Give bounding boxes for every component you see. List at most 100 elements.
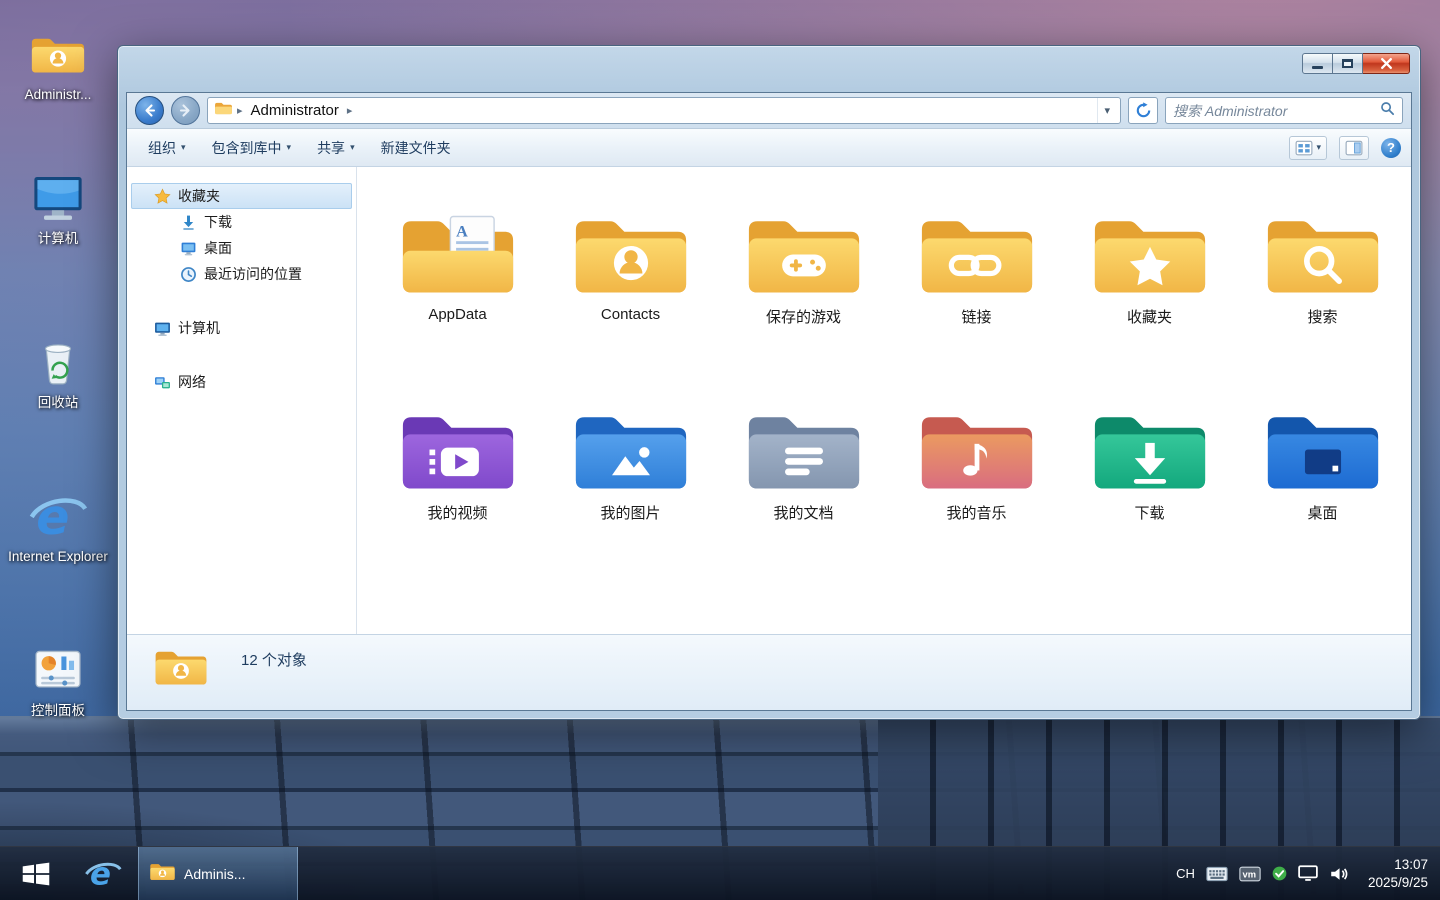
breadcrumb-item[interactable]: Administrator xyxy=(247,101,343,120)
command-bar-right: ▾ ? xyxy=(1289,136,1401,160)
desktop-icon-label: 控制面板 xyxy=(31,703,85,719)
file-item[interactable]: 搜索 xyxy=(1236,207,1409,357)
sidebar-item-desktop[interactable]: 桌面 xyxy=(131,235,352,261)
vmware-tray-icon[interactable]: vm xyxy=(1239,866,1261,882)
svg-text:A: A xyxy=(456,223,468,240)
maximize-button[interactable] xyxy=(1333,53,1363,74)
file-label: 保存的游戏 xyxy=(766,306,841,327)
breadcrumb-arrow-icon: ▸ xyxy=(347,104,353,117)
taskbar-ie-button[interactable]: e xyxy=(72,847,134,900)
sidebar-item-network[interactable]: 网络 xyxy=(131,369,352,395)
download-icon xyxy=(180,214,197,231)
svg-text:e: e xyxy=(36,489,69,545)
explorer-window: ▸ Administrator ▸ ▾ xyxy=(117,45,1421,720)
maximize-icon xyxy=(1342,59,1353,68)
folder-icon xyxy=(570,403,692,498)
folder-icon xyxy=(1262,207,1384,302)
file-label: 我的音乐 xyxy=(946,502,1006,523)
file-list: A AppData Contacts 保存的游戏 链接 收藏夹 xyxy=(357,167,1411,634)
desktop-icon-label: Administr... xyxy=(25,87,92,103)
file-label: 我的图片 xyxy=(600,502,660,523)
item-count: 12 个对象 xyxy=(241,649,307,670)
refresh-icon xyxy=(1135,102,1152,119)
computer-icon xyxy=(154,320,171,337)
help-button[interactable]: ? xyxy=(1381,138,1401,158)
close-icon xyxy=(1380,57,1393,70)
search-input[interactable] xyxy=(1173,103,1380,119)
window-body: 收藏夹 下载 桌面 最近访问的位置 计算机 网络 A AppData Conta… xyxy=(127,167,1411,634)
svg-text:e: e xyxy=(90,856,111,892)
folder-icon xyxy=(916,403,1038,498)
status-ok-icon[interactable] xyxy=(1272,866,1287,881)
sidebar-item-label: 下载 xyxy=(204,212,232,232)
keyboard-icon[interactable] xyxy=(1206,866,1228,882)
file-item[interactable]: 桌面 xyxy=(1236,403,1409,553)
refresh-button[interactable] xyxy=(1128,97,1158,124)
navigation-bar: ▸ Administrator ▸ ▾ xyxy=(127,93,1411,129)
file-item[interactable]: 链接 xyxy=(890,207,1063,357)
file-item[interactable]: 保存的游戏 xyxy=(717,207,890,357)
network-tray-icon[interactable] xyxy=(1298,865,1318,882)
desktop-icon-user-folder[interactable]: Administr... xyxy=(6,24,110,103)
desktop-icon-control-panel[interactable]: 控制面板 xyxy=(6,640,110,719)
internet-explorer-icon: e xyxy=(29,486,87,546)
folder-icon xyxy=(916,207,1038,302)
sidebar-item-recent[interactable]: 最近访问的位置 xyxy=(131,261,352,287)
search-icon[interactable] xyxy=(1380,101,1395,121)
taskbar-explorer-task[interactable]: Adminis... xyxy=(138,847,298,900)
address-bar[interactable]: ▸ Administrator ▸ ▾ xyxy=(207,97,1121,124)
toolbar-item-label: 组织 xyxy=(148,138,176,158)
close-button[interactable] xyxy=(1363,53,1410,74)
toolbar-item-0[interactable]: 组织 ▾ xyxy=(137,132,197,164)
chevron-down-icon: ▾ xyxy=(181,142,186,153)
back-button[interactable] xyxy=(135,96,164,125)
sidebar-item-star[interactable]: 收藏夹 xyxy=(131,183,352,209)
preview-pane-button[interactable] xyxy=(1339,136,1369,160)
sidebar-item-label: 计算机 xyxy=(178,318,220,338)
file-item[interactable]: 我的视频 xyxy=(371,403,544,553)
desktop-icon-internet-explorer[interactable]: e Internet Explorer xyxy=(6,486,110,565)
file-label: Contacts xyxy=(601,306,660,323)
file-item[interactable]: 我的文档 xyxy=(717,403,890,553)
desktop-icon-label: Internet Explorer xyxy=(8,549,108,565)
details-pane: 12 个对象 xyxy=(127,634,1411,710)
start-button[interactable] xyxy=(0,847,72,900)
search-box xyxy=(1165,97,1403,124)
sidebar-item-label: 网络 xyxy=(178,372,206,392)
desktop-icon-recycle-bin[interactable]: 回收站 xyxy=(6,332,110,411)
toolbar-item-2[interactable]: 共享 ▾ xyxy=(306,132,366,164)
sidebar-item-label: 桌面 xyxy=(204,238,232,258)
input-method-indicator[interactable]: CH xyxy=(1176,866,1195,881)
internet-explorer-icon: e xyxy=(84,855,122,893)
task-label: Adminis... xyxy=(184,866,245,882)
chevron-down-icon: ▾ xyxy=(287,142,292,153)
sidebar-item-download[interactable]: 下载 xyxy=(131,209,352,235)
taskbar-clock[interactable]: 13:07 2025/9/25 xyxy=(1368,856,1428,891)
sidebar-item-computer[interactable]: 计算机 xyxy=(131,315,352,341)
taskbar: e Adminis... CH vm 13:07 2025/9/25 xyxy=(0,846,1440,900)
file-item[interactable]: 我的音乐 xyxy=(890,403,1063,553)
file-label: 链接 xyxy=(961,306,991,327)
forward-button[interactable] xyxy=(171,96,200,125)
file-item[interactable]: Contacts xyxy=(544,207,717,357)
window-titlebar[interactable] xyxy=(118,46,1420,92)
file-label: 收藏夹 xyxy=(1127,306,1172,327)
file-item[interactable]: A AppData xyxy=(371,207,544,357)
folder-icon xyxy=(1089,207,1211,302)
file-item[interactable]: 收藏夹 xyxy=(1063,207,1236,357)
address-history-dropdown[interactable]: ▾ xyxy=(1097,98,1116,123)
folder-icon xyxy=(214,101,233,121)
file-item[interactable]: 下载 xyxy=(1063,403,1236,553)
file-item[interactable]: 我的图片 xyxy=(544,403,717,553)
desktop-icon-computer[interactable]: 计算机 xyxy=(6,168,110,247)
toolbar-item-label: 包含到库中 xyxy=(212,138,282,158)
toolbar-item-1[interactable]: 包含到库中 ▾ xyxy=(201,132,303,164)
change-view-button[interactable]: ▾ xyxy=(1289,136,1327,160)
folder-icon xyxy=(743,403,865,498)
toolbar-item-3[interactable]: 新建文件夹 xyxy=(370,132,462,164)
command-items: 组织 ▾ 包含到库中 ▾ 共享 ▾ 新建文件夹 xyxy=(137,132,462,164)
command-bar: 组织 ▾ 包含到库中 ▾ 共享 ▾ 新建文件夹 ▾ xyxy=(127,129,1411,167)
volume-icon[interactable] xyxy=(1329,866,1349,882)
desktop: Administr... 计算机 回收站 e Internet Explorer… xyxy=(0,0,1440,900)
minimize-button[interactable] xyxy=(1302,53,1333,74)
